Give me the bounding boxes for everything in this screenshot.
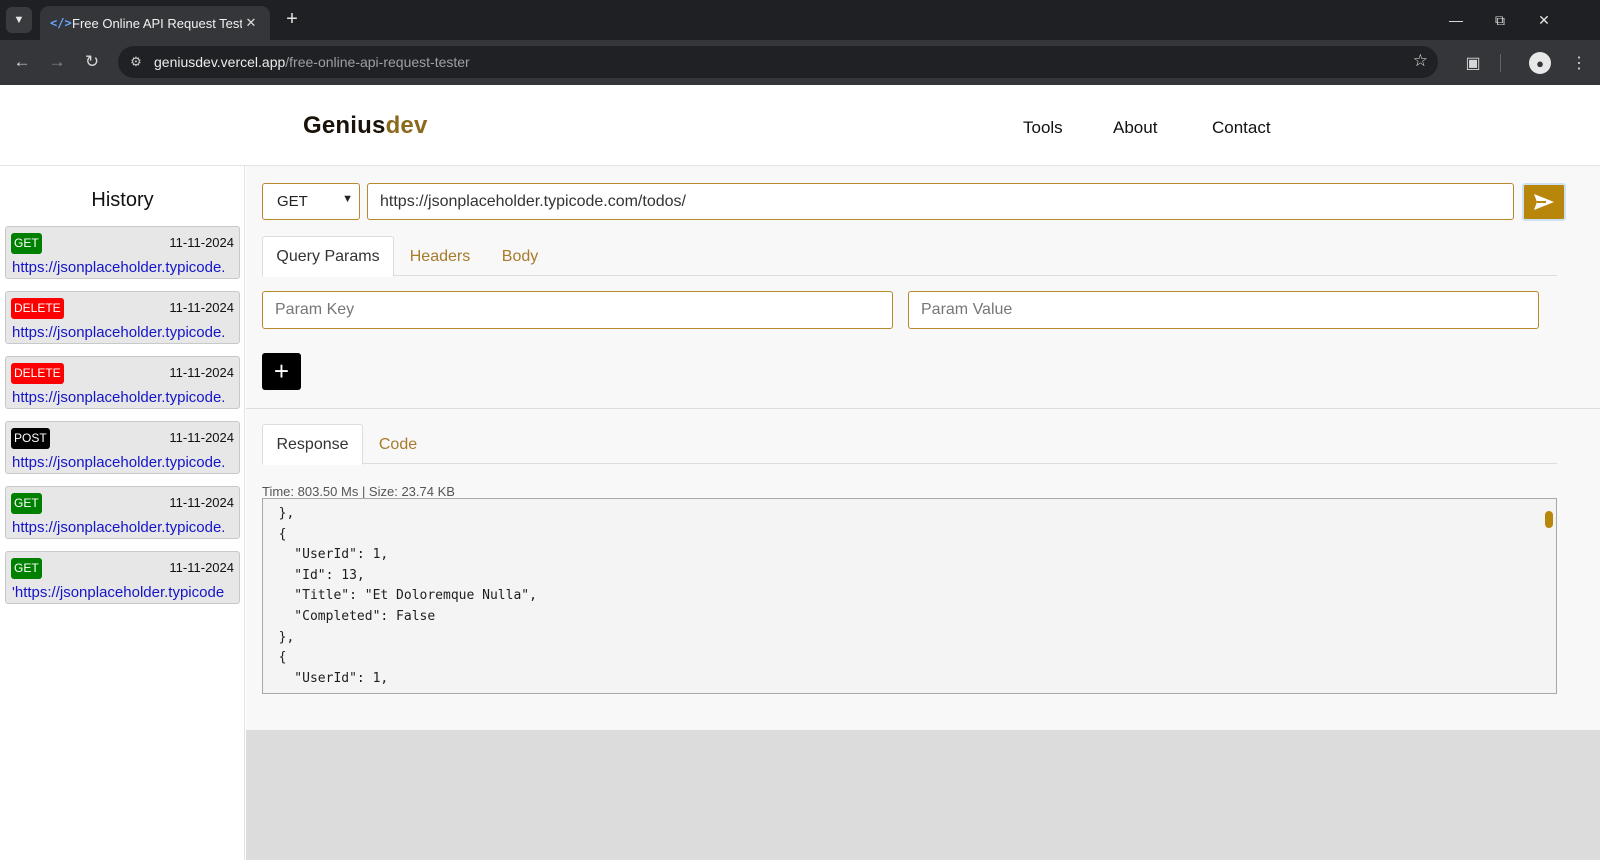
extensions-puzzle-icon[interactable]: ▣ [1459,49,1487,77]
method-badge: GET [11,233,42,254]
tab-query-params[interactable]: Query Params [262,236,394,277]
history-date: 11-11-2024 [169,430,234,445]
browser-toolbar: ← → ↻ ⚙ geniusdev.vercel.app/free-online… [0,40,1600,85]
address-bar[interactable]: ⚙ geniusdev.vercel.app/free-online-api-r… [118,46,1438,78]
code-line: "Title": "Et Doloremque Nulla", [263,588,537,603]
history-sidebar: History GET 11-11-2024 https://jsonplace… [0,166,245,860]
address-url[interactable]: geniusdev.vercel.app/free-online-api-req… [154,54,470,70]
param-value-input[interactable]: Param Value [908,291,1539,329]
restore-icon[interactable]: ⧉ [1480,6,1520,34]
tab-body[interactable]: Body [484,236,556,277]
send-button[interactable] [1522,183,1566,221]
browser-tab-active[interactable]: </> Free Online API Request Tester ✕ [40,6,270,40]
history-item[interactable]: GET 11-11-2024 https://jsonplaceholder.t… [5,226,240,279]
method-badge: DELETE [11,363,64,384]
code-line: "Completed": False [263,609,436,624]
minimize-icon[interactable]: — [1436,6,1476,34]
back-arrow-icon[interactable]: ← [8,48,36,76]
history-date: 11-11-2024 [169,300,234,315]
tab-close-icon[interactable]: ✕ [242,15,260,31]
tab-response[interactable]: Response [262,424,363,465]
code-line: "Id": 13, [263,568,365,583]
logo-part-dev: dev [385,112,428,139]
history-url[interactable]: https://jsonplaceholder.typicode. [12,324,225,341]
method-select[interactable]: GET ▼ [262,183,360,220]
nav-link-about[interactable]: About [1113,118,1157,138]
history-url[interactable]: https://jsonplaceholder.typicode. [12,519,225,536]
request-url-input[interactable]: https://jsonplaceholder.typicode.com/tod… [367,183,1514,220]
response-body[interactable]: }, { "UserId": 1, "Id": 13, "Title": "Et… [262,498,1557,694]
response-panel: Response Code Time: 803.50 Ms | Size: 23… [246,408,1600,730]
history-date: 11-11-2024 [169,560,234,575]
send-icon [1534,194,1554,210]
method-badge: GET [11,558,42,579]
history-title: History [91,189,154,211]
code-line: "UserId": 1, [263,547,389,562]
new-tab-plus-icon[interactable]: + [280,8,304,32]
history-item[interactable]: GET 11-11-2024 'https://jsonplaceholder.… [5,551,240,604]
scrollbar-thumb[interactable] [1545,511,1553,528]
method-select-value: GET [277,193,308,210]
code-favicon-icon: </> [50,16,72,30]
history-item[interactable]: DELETE 11-11-2024 https://jsonplaceholde… [5,356,240,409]
code-line: }, [263,630,295,645]
response-meta: Time: 803.50 Ms | Size: 23.74 KB [262,484,455,499]
nav-link-contact[interactable]: Contact [1212,118,1271,138]
history-item[interactable]: DELETE 11-11-2024 https://jsonplaceholde… [5,291,240,344]
add-param-button[interactable]: + [262,353,301,390]
url-host: geniusdev.vercel.app [154,54,286,70]
history-item[interactable]: POST 11-11-2024 https://jsonplaceholder.… [5,421,240,474]
param-key-input[interactable]: Param Key [262,291,893,329]
history-url[interactable]: https://jsonplaceholder.typicode. [12,259,225,276]
tab-title: Free Online API Request Tester [72,15,242,31]
toolbar-divider [1500,54,1501,72]
request-tabs: Query Params Headers Body [262,236,1557,277]
main-area: GET ▼ https://jsonplaceholder.typicode.c… [246,166,1600,860]
history-date: 11-11-2024 [169,495,234,510]
nav-link-tools[interactable]: Tools [1023,118,1063,138]
logo[interactable]: Geniusdev [303,112,428,140]
chevron-down-icon: ▼ [342,193,353,205]
code-line: { [263,650,287,665]
history-url[interactable]: https://jsonplaceholder.typicode. [12,389,225,406]
response-tabs: Response Code [262,424,1557,465]
window-close-icon[interactable]: ✕ [1524,6,1564,34]
method-badge: DELETE [11,298,64,319]
code-line: { [263,527,287,542]
reload-icon[interactable]: ↻ [78,48,106,76]
bookmark-star-icon[interactable]: ☆ [1413,51,1428,71]
method-badge: GET [11,493,42,514]
code-line: "UserId": 1, [263,671,389,686]
code-line: }, [263,506,295,521]
profile-avatar-icon[interactable]: ● [1529,52,1551,74]
request-panel: GET ▼ https://jsonplaceholder.typicode.c… [246,166,1600,416]
site-info-icon[interactable]: ⚙ [124,50,148,74]
logo-part-genius: Genius [303,112,386,139]
tab-search-chevron-icon[interactable]: ▼ [6,7,32,33]
site-header: Geniusdev Tools About Contact [0,85,1600,166]
tab-headers[interactable]: Headers [398,236,482,277]
history-item[interactable]: GET 11-11-2024 https://jsonplaceholder.t… [5,486,240,539]
tab-code[interactable]: Code [363,424,433,465]
browser-tabstrip: ▼ </> Free Online API Request Tester ✕ +… [0,0,1600,40]
history-url[interactable]: 'https://jsonplaceholder.typicode [12,584,224,601]
forward-arrow-icon[interactable]: → [43,48,71,76]
menu-kebab-icon[interactable]: ⋮ [1565,49,1593,77]
history-url[interactable]: https://jsonplaceholder.typicode. [12,454,225,471]
history-date: 11-11-2024 [169,235,234,250]
method-badge: POST [11,428,50,449]
history-date: 11-11-2024 [169,365,234,380]
url-path: /free-online-api-request-tester [285,54,470,70]
